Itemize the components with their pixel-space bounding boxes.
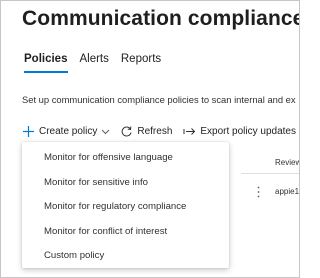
table-divider: [241, 173, 299, 174]
tab-bar: Policies Alerts Reports: [24, 53, 173, 65]
menu-item-custom-policy[interactable]: Custom policy: [22, 244, 229, 269]
menu-item-regulatory-compliance[interactable]: Monitor for regulatory compliance: [22, 195, 229, 220]
tab-policies[interactable]: Policies: [24, 53, 67, 65]
create-policy-menu: Monitor for offensive language Monitor f…: [22, 142, 229, 268]
column-header-reviewers[interactable]: Review: [275, 158, 299, 167]
tab-reports[interactable]: Reports: [121, 53, 161, 65]
active-tab-indicator: [24, 71, 68, 73]
export-icon: [183, 125, 196, 138]
create-policy-label: Create policy: [39, 125, 98, 137]
tab-alerts[interactable]: Alerts: [79, 53, 108, 65]
refresh-label: Refresh: [137, 125, 173, 137]
page-description: Set up communication compliance policies…: [22, 94, 296, 105]
export-policy-updates-label: Export policy updates: [200, 125, 296, 137]
menu-item-conflict-of-interest[interactable]: Monitor for conflict of interest: [22, 220, 229, 245]
command-bar: Create policy Refresh Export policy upda…: [22, 122, 296, 140]
table-cell-reviewer: appie1: [275, 187, 300, 196]
app-frame: Communication compliance Policies Alerts…: [0, 0, 300, 278]
more-vertical-icon[interactable]: [257, 185, 260, 198]
plus-icon: [22, 125, 35, 138]
refresh-icon: [120, 125, 133, 138]
chevron-down-icon[interactable]: [101, 127, 110, 136]
export-policy-updates-button[interactable]: Export policy updates: [183, 125, 296, 138]
menu-item-offensive-language[interactable]: Monitor for offensive language: [22, 146, 229, 171]
create-policy-button[interactable]: Create policy: [22, 125, 120, 138]
menu-item-sensitive-info[interactable]: Monitor for sensitive info: [22, 171, 229, 196]
page-title: Communication compliance: [22, 7, 300, 30]
refresh-button[interactable]: Refresh: [120, 125, 172, 138]
